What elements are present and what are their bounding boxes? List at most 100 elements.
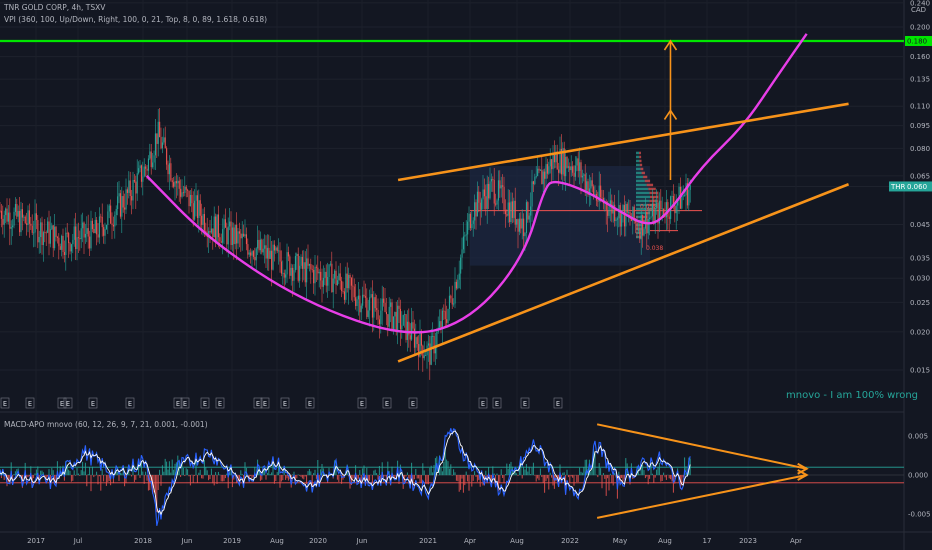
macd-histogram-bar [420, 475, 422, 484]
macd-histogram-bar [448, 468, 450, 476]
macd-histogram-bar [614, 473, 616, 476]
candle-body [671, 196, 673, 197]
macd-histogram-bar [534, 475, 536, 476]
macd-histogram-bar [96, 471, 98, 476]
candle-body [250, 252, 252, 256]
candle-body [524, 232, 526, 237]
macd-histogram-bar [535, 475, 537, 482]
time-tick-label: 2017 [27, 537, 45, 545]
candle-body [581, 175, 583, 178]
candle-body [570, 166, 572, 171]
candle-body [157, 121, 159, 144]
candle-body [409, 335, 411, 340]
candle-body [476, 191, 478, 217]
macd-histogram-bar [369, 475, 371, 481]
candle-body [89, 236, 91, 249]
candle-body [118, 193, 120, 197]
macd-histogram-bar [362, 468, 364, 476]
candle-body [229, 221, 231, 227]
earnings-marker-label: E [481, 400, 485, 408]
macd-histogram-bar [642, 464, 644, 476]
candle-body [343, 291, 345, 300]
candle-body [448, 295, 450, 309]
candle-body [82, 222, 84, 229]
earnings-marker-label: E [360, 400, 364, 408]
macd-histogram-bar [418, 475, 420, 479]
macd-histogram-bar [506, 463, 508, 476]
candle-body [275, 247, 277, 251]
vp-bar [640, 167, 644, 171]
candle-body [234, 224, 236, 245]
candle-body [507, 202, 509, 216]
earnings-marker-label: E [28, 400, 32, 408]
macd-histogram-bar [422, 463, 424, 476]
chart-canvas[interactable]: 0.0520.038 EEEEEEEEEEEEEEEEEEEEE 0.2400.… [0, 0, 932, 550]
macd-histogram-bar [425, 475, 427, 484]
earnings-marker-label: E [128, 400, 132, 408]
candle-body [90, 220, 92, 249]
candle-body [600, 185, 602, 198]
macd-histogram-bar [373, 470, 375, 476]
macd-histogram-bar [220, 475, 222, 482]
candle-body [462, 236, 464, 250]
time-tick-label: Apr [790, 537, 802, 545]
candle-body [180, 188, 182, 197]
vp-bar [636, 155, 640, 159]
candle-body [110, 205, 112, 224]
macd-histogram-bar [502, 475, 504, 478]
earnings-marker-label: E [218, 400, 222, 408]
macd-histogram-bar [240, 470, 242, 476]
candle-body [420, 331, 422, 346]
candle-body [182, 192, 184, 194]
macd-histogram-bar [516, 473, 518, 476]
target-price-label: 0.180 [907, 38, 927, 46]
candle-body [299, 265, 301, 281]
candle-body [37, 219, 39, 243]
macd-histogram-bar [371, 475, 373, 484]
candle-body [345, 273, 347, 300]
candle-body [485, 196, 487, 209]
candle-body [538, 168, 540, 171]
macd-histogram-bar [594, 453, 596, 476]
candle-body [458, 273, 460, 280]
candle-body [681, 195, 683, 209]
candle-body [341, 280, 343, 292]
candle-body [310, 263, 312, 270]
candle-body [656, 202, 658, 209]
candle-body [366, 297, 368, 317]
candle-body [464, 235, 466, 237]
macd-histogram-bar [226, 473, 228, 476]
candle-body [27, 210, 29, 225]
macd-histogram-bar [474, 471, 476, 476]
macd-histogram-bar [170, 472, 172, 476]
earnings-marker-label: E [183, 400, 187, 408]
candle-body [667, 202, 669, 217]
macd-histogram-bar [541, 475, 543, 478]
candle-body [446, 319, 448, 323]
candle-body [651, 203, 653, 217]
macd-histogram-bar [307, 471, 309, 476]
vp-bar [636, 235, 640, 239]
macd-histogram-bar [468, 475, 470, 491]
candle-body [650, 216, 652, 218]
candle-body [203, 214, 205, 231]
candle-body [551, 159, 553, 170]
macd-histogram-bar [377, 475, 379, 480]
macd-histogram-bar [339, 475, 341, 476]
candle-body [231, 227, 233, 246]
candle-body [12, 225, 14, 228]
vp-bar [639, 155, 642, 159]
macd-histogram-bar [622, 475, 624, 482]
candle-body [68, 233, 70, 244]
candle-body [546, 164, 548, 174]
candle-body [324, 271, 326, 278]
macd-histogram-bar [580, 471, 582, 476]
candle-body [217, 214, 219, 238]
macd-histogram-bar [33, 475, 35, 479]
candle-body [108, 205, 110, 212]
earnings-marker-label: E [60, 400, 64, 408]
macd-histogram-bar [34, 473, 36, 476]
candle-body [98, 216, 100, 238]
macd-histogram-bar [472, 475, 474, 481]
candle-body [380, 310, 382, 325]
